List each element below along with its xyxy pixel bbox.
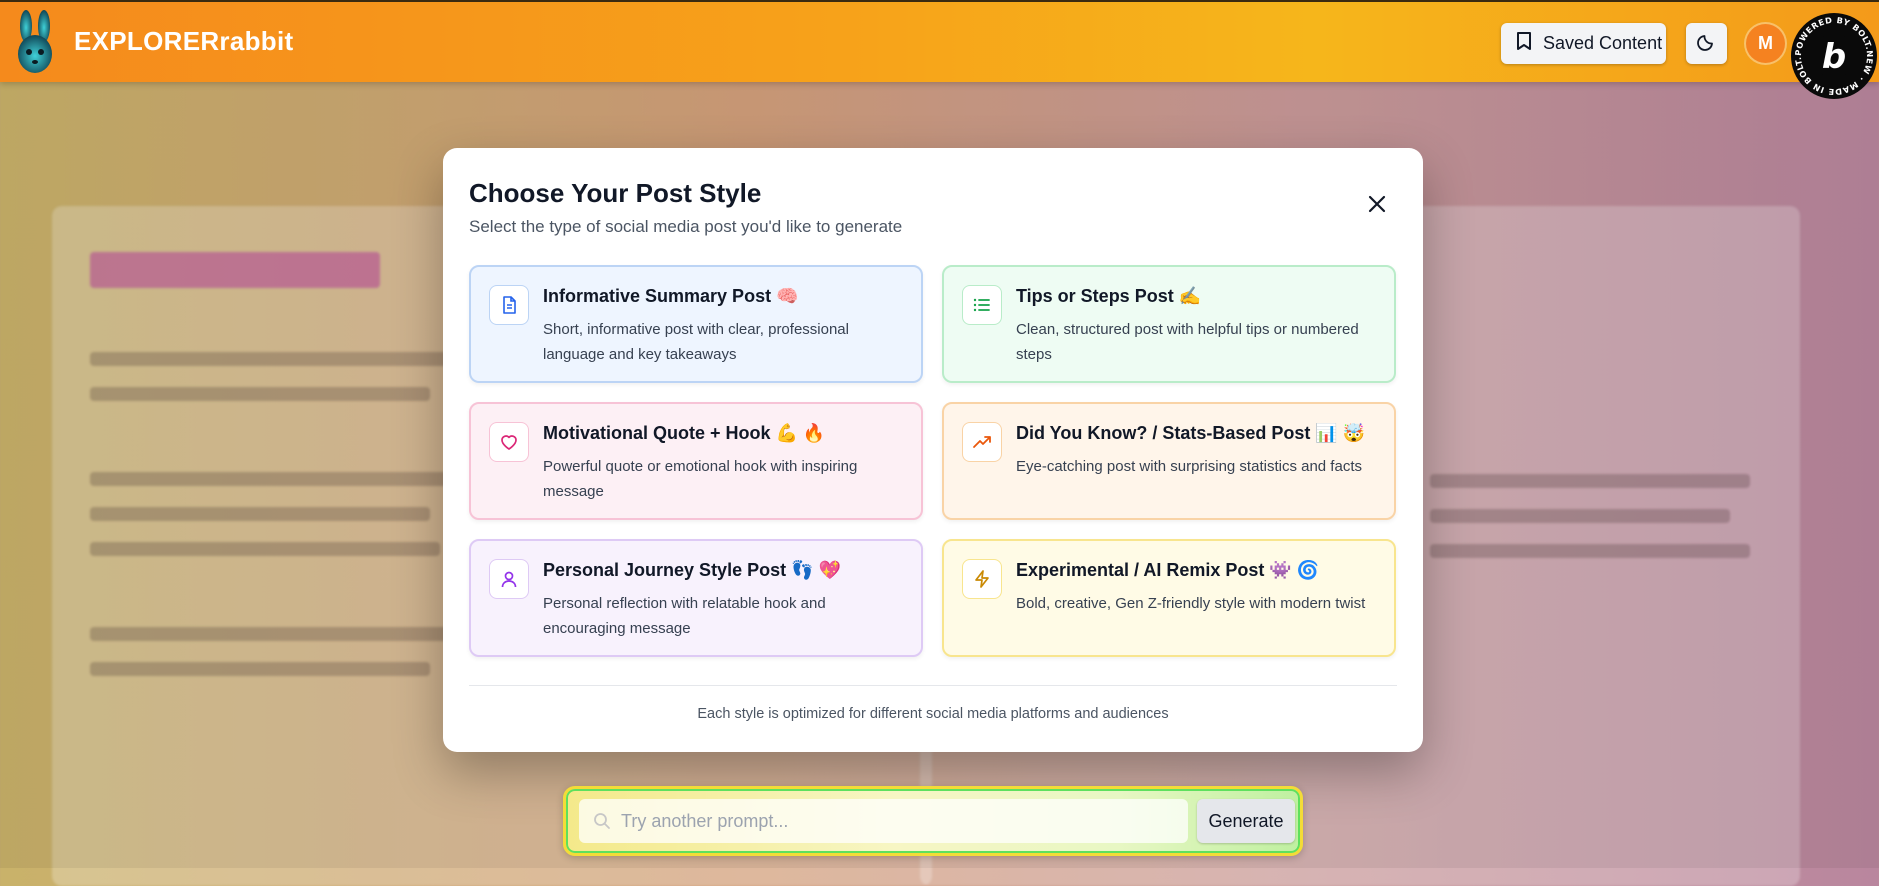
close-button[interactable] xyxy=(1363,192,1391,220)
modal-divider xyxy=(469,685,1397,686)
user-icon xyxy=(489,559,529,599)
app-title: EXPLORERrabbit xyxy=(74,26,294,56)
option-title: Motivational Quote + Hook 💪 🔥 xyxy=(543,423,826,443)
post-style-option[interactable]: Informative Summary Post 🧠 Short, informa… xyxy=(469,265,923,383)
saved-content-button[interactable]: Saved Content xyxy=(1501,23,1666,64)
option-description: Eye-catching post with surprising statis… xyxy=(1016,458,1362,475)
list-icon xyxy=(962,285,1002,325)
option-description: Clean, structured post with helpful tips… xyxy=(1016,321,1359,363)
user-avatar[interactable]: M xyxy=(1746,24,1785,63)
option-description: Bold, creative, Gen Z-friendly style wit… xyxy=(1016,595,1366,612)
option-description: Personal reflection with relatable hook … xyxy=(543,595,826,637)
option-description: Powerful quote or emotional hook with in… xyxy=(543,458,858,500)
modal-title: Choose Your Post Style xyxy=(469,178,762,208)
option-title: Tips or Steps Post ✍️ xyxy=(1016,286,1202,306)
post-style-option[interactable]: Did You Know? / Stats-Based Post 📊 🤯 Eye-… xyxy=(942,402,1396,520)
prompt-bar: Generate xyxy=(563,786,1303,856)
post-style-option[interactable]: Motivational Quote + Hook 💪 🔥 Powerful qu… xyxy=(469,402,923,520)
bookmark-icon xyxy=(1515,31,1533,56)
prompt-input[interactable] xyxy=(619,809,1163,833)
bolt-badge-icon[interactable]: POWERED BY BOLT.NEW · MADE IN BOLT.NEW ·… xyxy=(1785,4,1878,100)
post-style-option[interactable]: Tips or Steps Post ✍️ Clean, structured p… xyxy=(942,265,1396,383)
option-title: Experimental / AI Remix Post 👾 🌀 xyxy=(1016,560,1320,580)
dark-mode-toggle[interactable] xyxy=(1686,23,1727,64)
post-style-option[interactable]: Personal Journey Style Post 👣 💖 Personal … xyxy=(469,539,923,657)
close-icon xyxy=(1368,195,1386,218)
top-header: EXPLORERrabbit Saved Content M POWERED B… xyxy=(0,0,1879,99)
option-title: Personal Journey Style Post 👣 💖 xyxy=(543,560,841,580)
post-style-modal: Choose Your Post Style Select the type o… xyxy=(443,148,1423,752)
rabbit-logo-icon xyxy=(12,8,58,78)
search-icon xyxy=(593,812,611,830)
generate-button[interactable]: Generate xyxy=(1197,799,1295,843)
document-icon xyxy=(489,285,529,325)
post-style-option[interactable]: Experimental / AI Remix Post 👾 🌀 Bold, cr… xyxy=(942,539,1396,657)
option-description: Short, informative post with clear, prof… xyxy=(543,321,849,363)
modal-subtitle: Select the type of social media post you… xyxy=(469,217,903,236)
option-title: Informative Summary Post 🧠 xyxy=(543,286,799,306)
modal-footnote: Each style is optimized for different so… xyxy=(697,706,1169,722)
lightning-icon xyxy=(962,559,1002,599)
option-title: Did You Know? / Stats-Based Post 📊 🤯 xyxy=(1016,423,1366,443)
saved-content-label: Saved Content xyxy=(1543,33,1663,53)
heart-icon xyxy=(489,422,529,462)
trending-up-icon xyxy=(962,422,1002,462)
moon-icon xyxy=(1696,31,1717,56)
svg-text:b: b xyxy=(1822,37,1846,77)
prompt-input-wrapper xyxy=(579,799,1188,843)
